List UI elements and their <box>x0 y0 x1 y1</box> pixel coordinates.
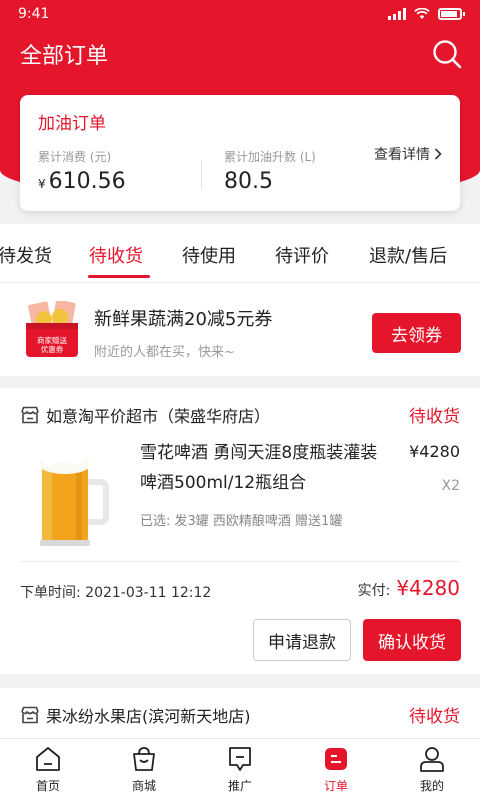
tab-pending-use[interactable]: 待使用 <box>182 242 236 268</box>
summary-title: 加油订单 <box>38 114 106 134</box>
view-details-link[interactable]: 查看详情 <box>374 144 442 164</box>
view-details-label: 查看详情 <box>374 147 430 163</box>
shop-bag-icon <box>133 747 155 771</box>
battery-icon <box>438 8 465 20</box>
nav-orders[interactable]: 订单 <box>288 739 384 800</box>
product-image-beer-mug[interactable] <box>32 448 112 548</box>
order-icon <box>325 748 347 770</box>
nav-promote[interactable]: 推广 <box>192 739 288 800</box>
paid-value: ¥4280 <box>396 576 460 600</box>
status-time: 9:41 <box>18 6 50 22</box>
shop-name: 果冰纷水果店(滨河新天地店) <box>46 706 251 726</box>
total-liters: 累计加油升数 (L) 80.5 <box>224 148 387 194</box>
confirm-receipt-button[interactable]: 确认收货 <box>363 619 461 661</box>
nav-mall-label: 商城 <box>131 779 156 793</box>
order-paid-amount: 实付: ¥4280 <box>358 576 460 600</box>
nav-home[interactable]: 首页 <box>0 739 96 800</box>
coupon-banner: 商家赠送 优惠券 新鲜果蔬满20减5元券 附近的人都在买，快来~ 去领券 <box>0 282 480 376</box>
shop-name: 如意淘平价超市（荣盛华府店） <box>46 406 271 426</box>
promote-icon <box>229 747 251 771</box>
coupon-image-text-2: 优惠券 <box>41 344 64 354</box>
product-spec: 已选: 发3罐 西欧精酿啤酒 赠送1罐 <box>140 514 343 529</box>
shop-link[interactable]: 如意淘平价超市（荣盛华府店） <box>20 403 270 427</box>
spend-label: 累计消费 (元) <box>38 150 112 164</box>
page-header: 全部订单 <box>0 28 480 80</box>
store-icon <box>21 406 39 423</box>
divider <box>20 561 460 562</box>
order-time: 下单时间: 2021-03-11 12:12 <box>20 585 212 601</box>
spend-value: 610.56 <box>48 169 126 194</box>
nav-mall[interactable]: 商城 <box>96 739 192 800</box>
store-icon <box>21 706 39 723</box>
claim-coupon-button[interactable]: 去领券 <box>372 313 461 353</box>
currency-symbol: ¥ <box>38 177 46 191</box>
home-icon <box>36 747 60 771</box>
stat-divider <box>201 160 202 190</box>
wifi-icon <box>414 8 430 19</box>
order-status: 待收货 <box>409 407 460 427</box>
tab-pending-shipment[interactable]: 待发货 <box>0 242 52 268</box>
tab-refund-aftersale[interactable]: 退款/售后 <box>369 242 447 268</box>
product-name[interactable]: 雪花啤酒 勇闯天涯8度瓶装灌装 啤酒500ml/12瓶组合 <box>140 438 392 498</box>
tab-pending-receipt[interactable]: 待收货 <box>89 242 143 268</box>
liters-label: 累计加油升数 (L) <box>224 150 316 164</box>
active-tab-indicator <box>88 275 150 278</box>
product-quantity: X2 <box>441 478 461 494</box>
order-status: 待收货 <box>409 707 460 727</box>
nav-home-label: 首页 <box>35 779 60 793</box>
tab-pending-review[interactable]: 待评价 <box>275 242 329 268</box>
coupon-image-text-1: 商家赠送 <box>37 335 67 345</box>
nav-profile-label: 我的 <box>419 779 444 793</box>
product-price: ¥4280 <box>409 442 460 461</box>
total-spend: 累计消费 (元) ¥610.56 <box>38 148 201 194</box>
coupon-title: 新鲜果蔬满20减5元券 <box>94 309 273 330</box>
search-icon[interactable] <box>432 39 462 69</box>
liters-value: 80.5 <box>224 169 273 194</box>
chevron-right-icon <box>434 148 442 160</box>
paid-label: 实付: <box>357 583 391 599</box>
request-refund-button[interactable]: 申请退款 <box>253 619 351 661</box>
fuel-order-summary-card: 加油订单 累计消费 (元) ¥610.56 累计加油升数 (L) 80.5 查看… <box>20 95 460 211</box>
coupon-gift-icon: 商家赠送 优惠券 <box>26 301 78 357</box>
order-card: 如意淘平价超市（荣盛华府店） 待收货 雪花啤酒 勇闯天涯8度瓶装灌装 啤酒500… <box>0 388 480 674</box>
nav-promote-label: 推广 <box>227 779 252 793</box>
nav-orders-label: 订单 <box>323 779 348 793</box>
signal-icon <box>388 8 406 20</box>
shop-link[interactable]: 果冰纷水果店(滨河新天地店) <box>20 703 251 727</box>
nav-profile[interactable]: 我的 <box>384 739 480 800</box>
order-card: 果冰纷水果店(滨河新天地店) 待收货 <box>0 688 480 738</box>
status-bar: 9:41 <box>0 0 480 28</box>
page-title: 全部订单 <box>20 44 109 69</box>
coupon-subtitle: 附近的人都在买，快来~ <box>94 345 235 360</box>
bottom-navigation: 首页 商城 推广 订单 我的 <box>0 738 480 800</box>
order-status-tabs: 待发货 待收货 待使用 待评价 退款/售后 <box>0 224 480 282</box>
profile-icon <box>420 747 444 772</box>
